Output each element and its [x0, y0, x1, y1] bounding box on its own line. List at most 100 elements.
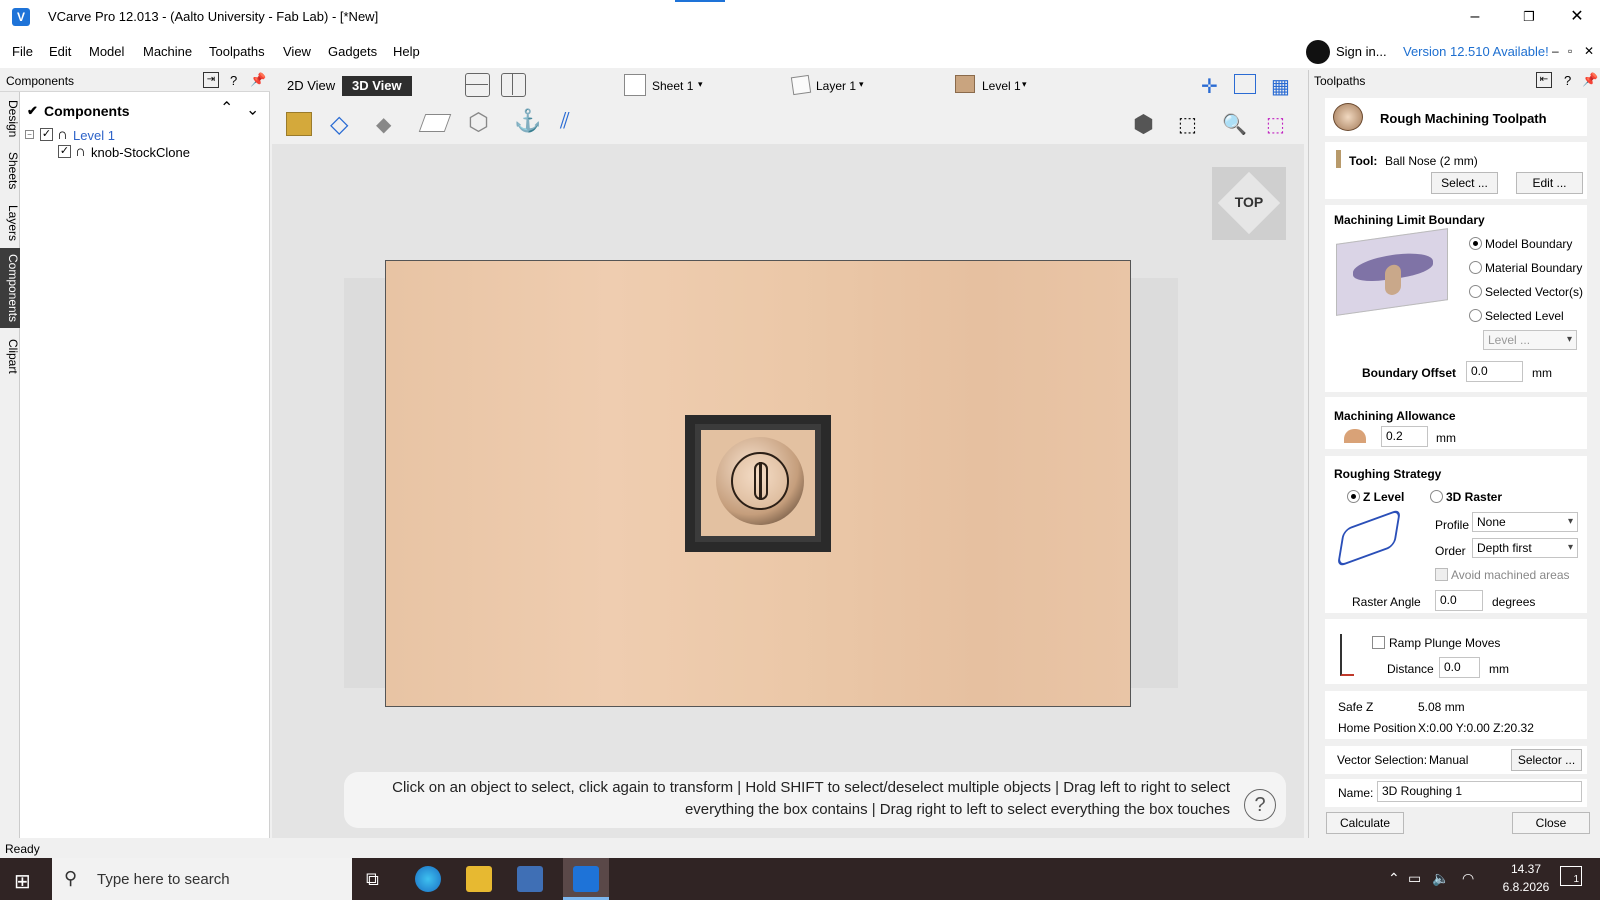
file-explorer-icon[interactable]: [466, 866, 492, 892]
toolpath-name-input[interactable]: 3D Roughing 1: [1377, 781, 1582, 802]
task-view-icon[interactable]: ⧉: [366, 869, 379, 890]
tree-item-level-1[interactable]: Level 1: [73, 128, 115, 143]
ramp-plunge-label[interactable]: Ramp Plunge Moves: [1389, 636, 1500, 650]
tab-layers[interactable]: Layers: [0, 200, 20, 246]
maximize-button[interactable]: ❐: [1506, 2, 1552, 32]
move-up-icon[interactable]: ⌃: [220, 98, 233, 118]
selected-vectors-radio[interactable]: [1469, 285, 1482, 298]
avoid-machined-checkbox[interactable]: [1435, 568, 1448, 581]
3d-raster-label[interactable]: 3D Raster: [1446, 490, 1502, 504]
wifi-icon[interactable]: ◠: [1462, 870, 1474, 887]
material-boundary-radio[interactable]: [1469, 261, 1482, 274]
panel-restore-button[interactable]: ▫: [1568, 44, 1572, 58]
menu-model[interactable]: Model: [89, 44, 124, 59]
clock-time[interactable]: 14.37: [1496, 862, 1556, 876]
layer-chevron-icon[interactable]: ▾: [859, 79, 864, 90]
help-icon[interactable]: ?: [230, 73, 237, 88]
tab-components[interactable]: Components: [0, 248, 20, 328]
collapse-toolpath-panel-icon[interactable]: ⇤: [1536, 72, 1552, 88]
level-select-dropdown[interactable]: Level ...: [1483, 330, 1577, 350]
selected-vectors-label[interactable]: Selected Vector(s): [1485, 285, 1583, 299]
sheet-dropdown[interactable]: Sheet 1: [652, 79, 693, 93]
menu-help[interactable]: Help: [393, 44, 420, 59]
z-level-label[interactable]: Z Level: [1363, 490, 1404, 504]
model-boundary-radio[interactable]: [1469, 237, 1482, 250]
menu-edit[interactable]: Edit: [49, 44, 71, 59]
sheet-chevron-icon[interactable]: ▾: [698, 79, 703, 90]
selector-button[interactable]: Selector ...: [1511, 749, 1582, 771]
battery-icon[interactable]: ▭: [1408, 870, 1421, 887]
move-down-icon[interactable]: ⌃: [246, 98, 259, 118]
component-checkbox[interactable]: ✓: [58, 145, 71, 158]
menu-view[interactable]: View: [283, 44, 311, 59]
toolpath-pin-icon[interactable]: 📌: [1582, 72, 1598, 88]
components-checkmark-icon[interactable]: ✔: [27, 103, 38, 119]
tree-item-knob-stockclone[interactable]: knob-StockClone: [91, 145, 190, 160]
raster-angle-input[interactable]: 0.0: [1435, 590, 1483, 611]
zoom-box-icon[interactable]: ⬚: [1178, 112, 1197, 137]
tab-2d-view[interactable]: 2D View: [277, 76, 345, 96]
grid-icon[interactable]: ▦: [1271, 74, 1290, 99]
distance-input[interactable]: 0.0: [1439, 657, 1480, 678]
material-boundary-label[interactable]: Material Boundary: [1485, 261, 1582, 275]
tab-design[interactable]: Design: [0, 96, 20, 142]
tree-collapse-icon[interactable]: −: [25, 130, 34, 139]
tray-chevron-icon[interactable]: ⌃: [1388, 870, 1400, 887]
allowance-input[interactable]: 0.2: [1381, 426, 1428, 447]
view-cube-icon[interactable]: ⬢: [1133, 110, 1154, 139]
tab-sheets[interactable]: Sheets: [0, 148, 20, 194]
calculate-button[interactable]: Calculate: [1326, 812, 1404, 834]
select-tool-button[interactable]: Select ...: [1431, 172, 1498, 194]
panel-close-button[interactable]: ✕: [1584, 44, 1594, 58]
view-cube-label[interactable]: TOP: [1212, 194, 1286, 210]
calculator-icon[interactable]: [517, 866, 543, 892]
level-chevron-icon[interactable]: ▾: [1022, 79, 1027, 90]
panel-minimize-button[interactable]: –: [1552, 44, 1559, 58]
zoom-selected-icon[interactable]: ⬚: [1266, 112, 1285, 137]
selected-level-label[interactable]: Selected Level: [1485, 309, 1564, 323]
tab-clipart[interactable]: Clipart: [0, 334, 20, 378]
snap-icon[interactable]: ✛: [1201, 74, 1218, 99]
edit-tool-button[interactable]: Edit ...: [1516, 172, 1583, 194]
tab-3d-view[interactable]: 3D View: [342, 76, 412, 96]
split-horizontal-icon[interactable]: [465, 73, 490, 97]
vcarve-taskbar-icon[interactable]: [573, 866, 599, 892]
menu-toolpaths[interactable]: Toolpaths: [209, 44, 265, 59]
pin-icon[interactable]: 📌: [250, 72, 266, 88]
clock-date[interactable]: 6.8.2026: [1492, 880, 1560, 894]
sign-in-link[interactable]: Sign in...: [1336, 44, 1387, 59]
material-icon[interactable]: [286, 112, 312, 136]
close-button[interactable]: Close: [1512, 812, 1590, 834]
taskbar-search-placeholder[interactable]: Type here to search: [97, 871, 230, 888]
selected-level-radio[interactable]: [1469, 309, 1482, 322]
toolpath-help-icon[interactable]: ?: [1564, 73, 1571, 88]
model-boundary-label[interactable]: Model Boundary: [1485, 237, 1572, 251]
z-level-radio[interactable]: [1347, 490, 1360, 503]
vector-icon[interactable]: ◆: [376, 112, 391, 137]
user-avatar-icon[interactable]: [1306, 40, 1330, 64]
toolpath-lines-icon[interactable]: ⫽: [560, 108, 570, 134]
version-available-link[interactable]: Version 12.510 Available!: [1403, 44, 1549, 59]
shapes-icon[interactable]: ◇: [330, 110, 348, 139]
zoom-extents-icon[interactable]: 🔍: [1222, 112, 1247, 137]
boundary-offset-input[interactable]: 0.0: [1466, 361, 1523, 382]
level-dropdown[interactable]: Level 1: [982, 79, 1021, 93]
3d-raster-radio[interactable]: [1430, 490, 1443, 503]
ramp-plunge-checkbox[interactable]: [1372, 636, 1385, 649]
windows-start-icon[interactable]: ⊞: [14, 869, 31, 894]
level-1-checkbox[interactable]: ✓: [40, 128, 53, 141]
minimize-button[interactable]: –: [1452, 2, 1498, 32]
notification-icon[interactable]: 1: [1560, 866, 1582, 886]
order-dropdown[interactable]: Depth first: [1472, 538, 1578, 558]
profile-dropdown[interactable]: None: [1472, 512, 1578, 532]
menu-file[interactable]: File: [12, 44, 33, 59]
volume-icon[interactable]: 🔈: [1432, 870, 1449, 887]
menu-machine[interactable]: Machine: [143, 44, 192, 59]
menu-gadgets[interactable]: Gadgets: [328, 44, 377, 59]
hint-help-icon[interactable]: ?: [1244, 789, 1276, 821]
edge-browser-icon[interactable]: [415, 866, 441, 892]
anchor-icon[interactable]: ⚓: [514, 108, 541, 134]
split-vertical-icon[interactable]: [501, 73, 526, 97]
collapse-panel-icon[interactable]: ⇥: [203, 72, 219, 88]
close-window-button[interactable]: ✕: [1554, 2, 1600, 32]
